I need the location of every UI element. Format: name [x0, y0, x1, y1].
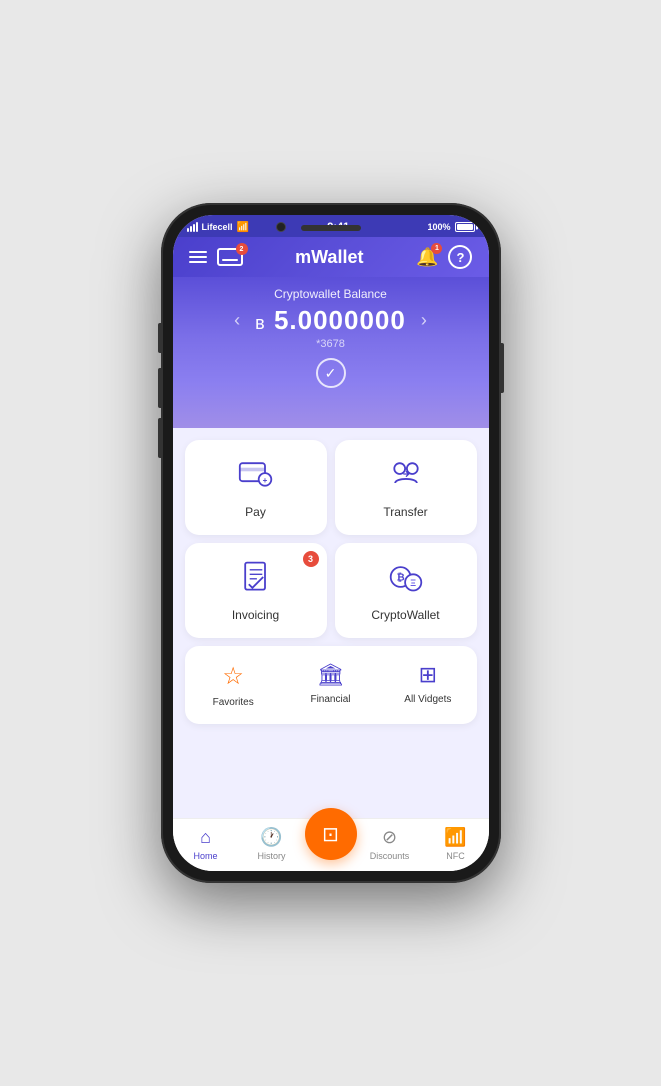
svg-text:Ξ: Ξ — [410, 578, 416, 588]
bell-badge: 1 — [431, 243, 442, 254]
help-button[interactable]: ? — [448, 245, 472, 269]
discounts-label: Discounts — [370, 851, 410, 861]
hamburger-button[interactable] — [189, 251, 207, 263]
header-left: 2 — [189, 248, 243, 266]
favorites-label: Favorites — [213, 697, 254, 708]
home-icon: ⌂ — [200, 827, 211, 848]
phone-screen: Lifecell 📶 9:41 100% 2 — [173, 215, 489, 871]
signal-bars — [187, 222, 198, 232]
battery-icon — [455, 222, 475, 232]
nav-history[interactable]: 🕐 History — [239, 827, 305, 861]
main-content: + Pay Transfer — [173, 428, 489, 818]
balance-currency: в — [255, 313, 266, 333]
nav-nfc[interactable]: 📶 NFC — [423, 827, 489, 861]
nav-home[interactable]: ⌂ Home — [173, 827, 239, 861]
transfer-label: Transfer — [383, 505, 427, 519]
status-left: Lifecell 📶 — [187, 222, 249, 233]
header-right: 🔔 1 ? — [416, 245, 472, 269]
cryptowallet-icon: ₿ Ξ — [388, 559, 424, 600]
bottom-nav: ⌂ Home 🕐 History ⊡ ⊘ Discounts 📶 NFC — [173, 818, 489, 871]
phone-speaker-top — [301, 225, 361, 231]
balance-account: *3678 — [316, 338, 345, 350]
status-right: 100% — [427, 222, 474, 232]
bell-button[interactable]: 🔔 1 — [416, 247, 438, 268]
app-header: 2 mWallet 🔔 1 ? — [173, 237, 489, 277]
chevron-down-button[interactable]: ✓ — [316, 358, 346, 388]
nav-discounts[interactable]: ⊘ Discounts — [357, 827, 423, 861]
pay-icon: + — [238, 456, 274, 497]
phone-btn-left1 — [158, 323, 162, 353]
balance-next-arrow[interactable]: › — [416, 305, 432, 336]
widgets-row: ☆ Favorites 🏛 Financial ⊞ All Vidgets — [185, 646, 477, 724]
all-vidgets-label: All Vidgets — [404, 694, 451, 705]
battery-percent: 100% — [427, 222, 450, 232]
history-label: History — [257, 851, 285, 861]
balance-row: ‹ в 5.0000000 › — [229, 305, 432, 336]
cryptowallet-button[interactable]: ₿ Ξ CryptoWallet — [335, 543, 477, 638]
card-icon-button[interactable]: 2 — [217, 248, 243, 266]
discounts-icon: ⊘ — [382, 827, 397, 848]
invoicing-icon — [238, 559, 274, 600]
history-icon: 🕐 — [260, 827, 282, 848]
nav-scan-button[interactable]: ⊡ — [305, 808, 357, 860]
balance-label: Cryptowallet Balance — [274, 287, 387, 301]
chevron-down-icon: ✓ — [325, 365, 337, 382]
balance-inner: Cryptowallet Balance ‹ в 5.0000000 › *36… — [193, 287, 469, 388]
financial-icon: 🏛 — [317, 662, 345, 688]
all-vidgets-button[interactable]: ⊞ All Vidgets — [379, 656, 476, 714]
financial-button[interactable]: 🏛 Financial — [282, 656, 379, 714]
financial-label: Financial — [310, 694, 350, 705]
svg-text:+: + — [262, 476, 267, 485]
phone-btn-right — [500, 343, 504, 393]
phone-outer: Lifecell 📶 9:41 100% 2 — [161, 203, 501, 883]
grid-row-2: Invoicing 3 ₿ Ξ CryptoWallet — [185, 543, 477, 638]
home-label: Home — [193, 851, 217, 861]
phone-btn-left3 — [158, 418, 162, 458]
invoicing-badge: 3 — [303, 551, 319, 567]
app-title: mWallet — [295, 247, 363, 268]
pay-button[interactable]: + Pay — [185, 440, 327, 535]
balance-value: 5.0000000 — [274, 305, 406, 335]
pay-label: Pay — [245, 505, 266, 519]
cryptowallet-label: CryptoWallet — [371, 608, 439, 622]
nfc-label: NFC — [446, 851, 465, 861]
favorites-icon: ☆ — [222, 662, 244, 691]
transfer-icon — [388, 456, 424, 497]
card-badge: 2 — [236, 243, 248, 255]
phone-btn-left2 — [158, 368, 162, 408]
invoicing-button[interactable]: Invoicing 3 — [185, 543, 327, 638]
transfer-button[interactable]: Transfer — [335, 440, 477, 535]
balance-section: Cryptowallet Balance ‹ в 5.0000000 › *36… — [173, 277, 489, 428]
carrier-label: Lifecell — [202, 222, 233, 232]
balance-prev-arrow[interactable]: ‹ — [229, 305, 245, 336]
svg-text:₿: ₿ — [396, 573, 404, 584]
wifi-icon: 📶 — [237, 222, 249, 233]
all-vidgets-icon: ⊞ — [419, 662, 437, 688]
grid-row-1: + Pay Transfer — [185, 440, 477, 535]
balance-amount: в 5.0000000 — [255, 305, 406, 336]
invoicing-label: Invoicing — [232, 608, 279, 622]
scan-icon: ⊡ — [322, 822, 339, 847]
nfc-icon: 📶 — [444, 827, 466, 848]
favorites-button[interactable]: ☆ Favorites — [185, 656, 282, 714]
phone-camera — [276, 222, 286, 232]
